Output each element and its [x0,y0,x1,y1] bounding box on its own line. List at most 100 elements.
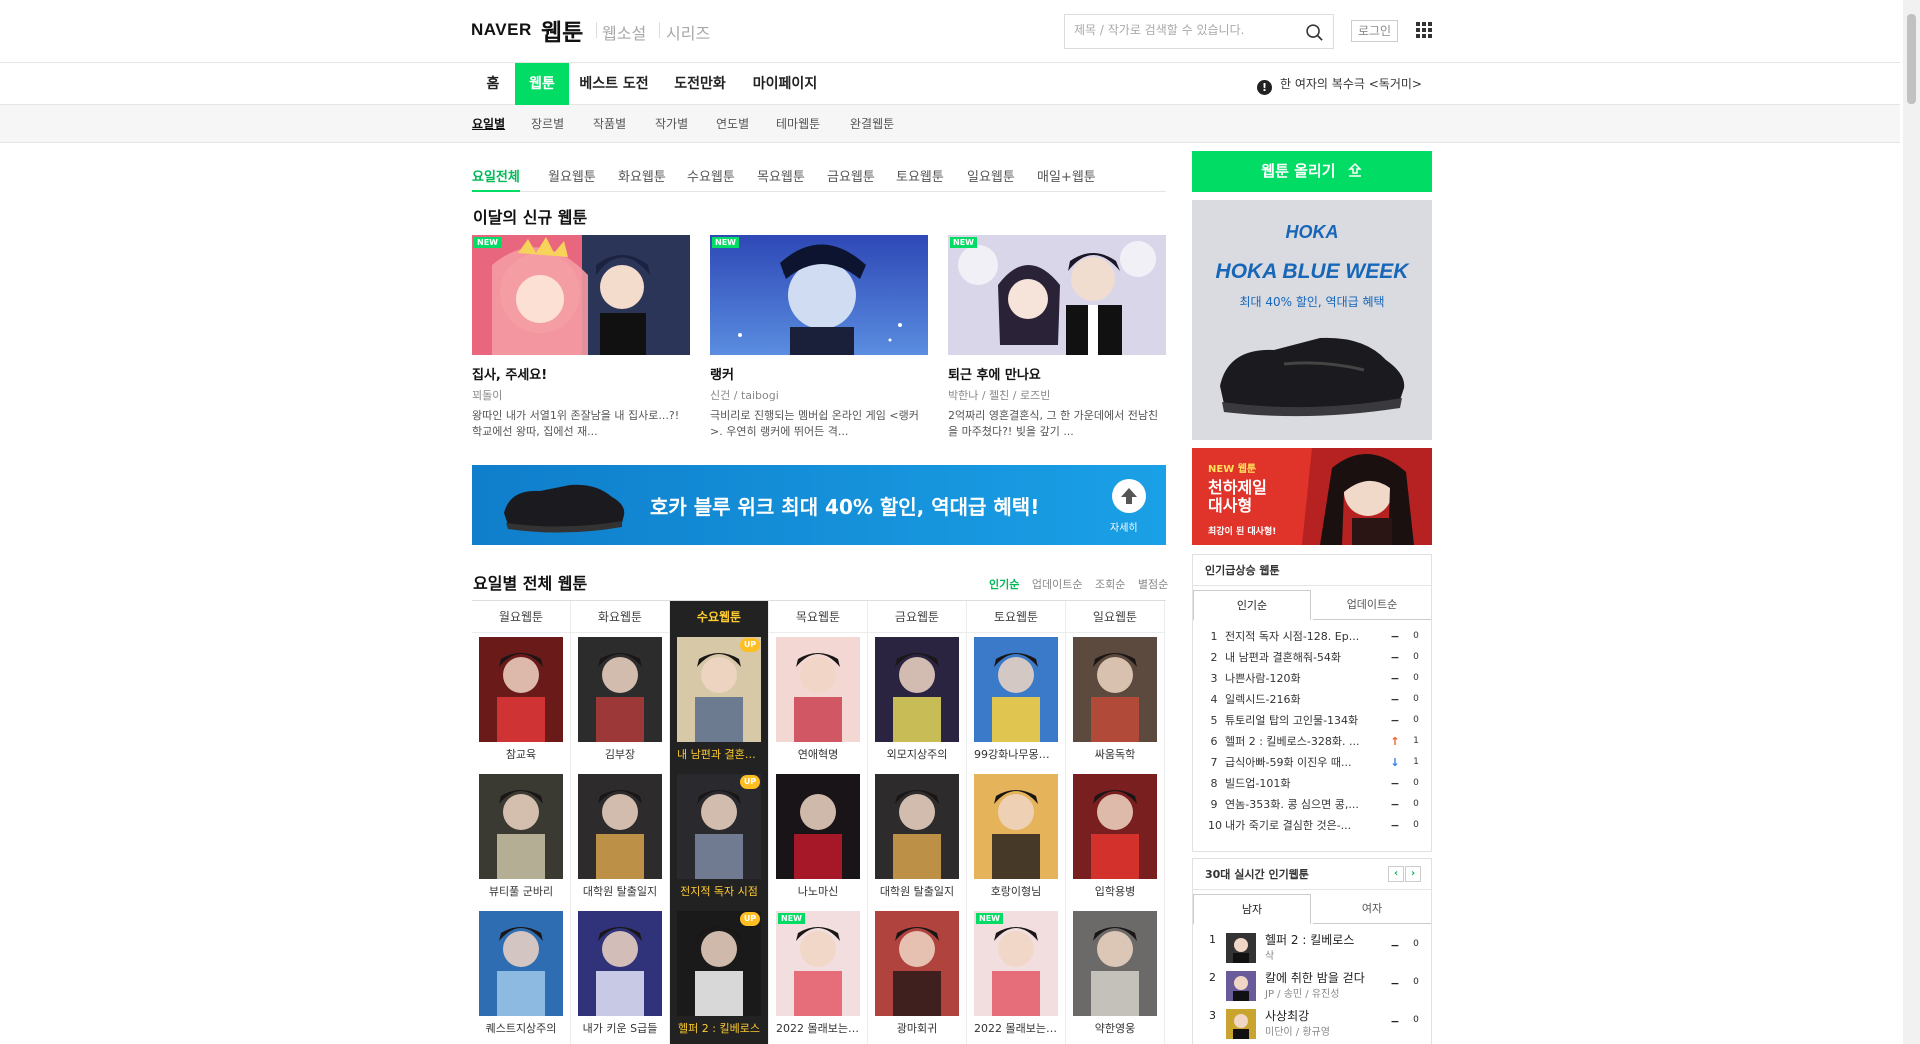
scroll-thumb[interactable] [1907,14,1916,104]
thumbnail[interactable] [578,911,662,1016]
snb-work[interactable]: 작품별 [593,105,626,143]
search-input[interactable] [1074,23,1294,37]
thumbnail[interactable]: UP [677,911,761,1016]
webtoon-title[interactable]: 내가 키운 S급들 [578,1020,662,1036]
upload-webtoon-button[interactable]: 웹툰 올리기 [1192,151,1432,192]
sort-update[interactable]: 업데이트순 [1032,578,1083,591]
new-webtoon-card[interactable]: NEW 집사, 주세요! 꾀돌이 왕따인 내가 서열1위 존잘남을 내 집사로.… [472,235,690,440]
webtoon-item[interactable]: 광마회귀 [875,911,959,1044]
webtoon-item[interactable]: 입학용병 [1073,774,1157,907]
webtoon-title[interactable]: 2022 몰래보는 로맨스 [776,1020,860,1036]
rank-title[interactable]: 빌드업-101화 [1225,773,1391,794]
thumbnail[interactable]: NEW [948,235,1166,355]
thumbnail[interactable]: UP [677,637,761,742]
webtoon-item[interactable]: 퀘스트지상주의 [479,911,563,1044]
webtoon-title[interactable]: 김부장 [578,746,662,762]
arrow-up-icon[interactable] [1112,479,1146,513]
rank-title[interactable]: 급식아빠-59화 이진우 때... [1225,752,1391,773]
naver-logo[interactable]: NAVER [471,20,532,40]
rank-title[interactable]: 전지적 독자 시점-128. Ep... [1225,626,1391,647]
thumbnail[interactable] [578,637,662,742]
thumbnail[interactable] [875,637,959,742]
thumbnail[interactable] [1073,911,1157,1016]
card-title[interactable]: 랭커 [710,364,928,383]
webtoon-title[interactable]: 대학원 탈출일지 [578,883,662,899]
tab-updated[interactable]: 업데이트순 [1313,590,1431,620]
realtime-title[interactable]: 헬퍼 2 : 킬베로스 [1265,931,1385,948]
ranking-row[interactable]: 5 튜토리얼 탑의 고인물-134화 − 0 [1193,710,1431,731]
snb-weekday[interactable]: 요일별 [472,105,505,143]
chevron-right-icon[interactable]: › [1405,866,1421,882]
webtoon-item[interactable]: 대학원 탈출일지 [578,774,662,907]
webtoon-title[interactable]: 2022 몰래보는 로맨스 [974,1020,1058,1036]
webtoon-item[interactable]: 외모지상주의 [875,637,959,770]
webtoon-title[interactable]: 헬퍼 2 : 킬베로스 [677,1020,761,1036]
thumbnail[interactable] [578,774,662,879]
weekday-header[interactable]: 금요웹툰 [868,601,966,633]
ranking-row[interactable]: 7 급식아빠-59화 이진우 때... ↓ 1 [1193,752,1431,773]
thumbnail[interactable] [1226,971,1256,1001]
webtoon-title[interactable]: 입학용병 [1073,883,1157,899]
card-title[interactable]: 퇴근 후에 만나요 [948,364,1166,383]
weekday-header[interactable]: 화요웹툰 [571,601,669,633]
webtoon-title[interactable]: 뷰티풀 군바리 [479,883,563,899]
nav-home[interactable]: 홈 [478,63,508,105]
weekday-header[interactable]: 일요웹툰 [1066,601,1164,633]
thumbnail[interactable]: NEW [974,911,1058,1016]
ranking-row[interactable]: 4 일렉시드-216화 − 0 [1193,689,1431,710]
tab-wednesday[interactable]: 수요웹툰 [687,166,735,192]
weekday-header[interactable]: 수요웹툰 [670,601,768,633]
thumbnail[interactable] [479,774,563,879]
webtoon-title[interactable]: 내 남편과 결혼해줘 [677,746,761,762]
webtoon-item[interactable]: 내가 키운 S급들 [578,911,662,1044]
webtoon-title[interactable]: 광마회귀 [875,1020,959,1036]
chevron-left-icon[interactable]: ‹ [1388,866,1404,882]
snb-genre[interactable]: 장르별 [531,105,564,143]
tab-sunday[interactable]: 일요웹툰 [967,166,1015,192]
tab-monday[interactable]: 월요웹툰 [548,166,596,192]
webtoon-title[interactable]: 퀘스트지상주의 [479,1020,563,1036]
ad-banner[interactable]: 호카 블루 위크 최대 40% 할인, 역대급 혜택! 자세히 [472,465,1166,545]
rank-title[interactable]: 내가 죽기로 결심한 것은-... [1225,815,1391,836]
snb-theme[interactable]: 테마웹툰 [776,105,820,143]
realtime-title[interactable]: 칼에 취한 밤을 걷다 [1265,969,1385,986]
thumbnail[interactable] [1073,774,1157,879]
thumbnail[interactable] [1226,933,1256,963]
search-icon[interactable] [1305,23,1324,42]
webtoon-title[interactable]: 나노마신 [776,883,860,899]
banner-more-label[interactable]: 자세히 [1110,519,1138,534]
new-webtoon-card[interactable]: NEW 랭커 신건 / taibogi 극비리로 진행되는 멤버쉽 온라인 게임… [710,235,928,440]
hoka-ad[interactable]: HOKA HOKA BLUE WEEK 최대 40% 할인, 역대급 혜택 [1192,200,1432,440]
realtime-title[interactable]: 사상최강 [1265,1007,1385,1024]
snb-year[interactable]: 연도별 [716,105,749,143]
thumbnail[interactable]: NEW [472,235,690,355]
webtoon-title[interactable]: 대학원 탈출일지 [875,883,959,899]
webtoon-item[interactable]: 대학원 탈출일지 [875,774,959,907]
ranking-row[interactable]: 1 전지적 독자 시점-128. Ep... − 0 [1193,626,1431,647]
tab-saturday[interactable]: 토요웹툰 [896,166,944,192]
tab-daily-plus[interactable]: 매일+웹툰 [1037,166,1096,192]
thumbnail[interactable] [479,637,563,742]
webtoon-item[interactable]: 99강화나무몽둥이 [974,637,1058,770]
ranking-row[interactable]: 8 빌드업-101화 − 0 [1193,773,1431,794]
weekday-header[interactable]: 토요웹툰 [967,601,1065,633]
thumbnail[interactable] [479,911,563,1016]
rank-title[interactable]: 연놈-353화. 콩 심으면 콩,... [1225,794,1391,815]
ranking-row[interactable]: 6 헬퍼 2 : 킬베로스-328화. ... ↑ 1 [1193,731,1431,752]
thumbnail[interactable] [974,774,1058,879]
webtoon-title[interactable]: 전지적 독자 시점 [677,883,761,899]
rank-title[interactable]: 일렉시드-216화 [1225,689,1391,710]
nav-best-challenge[interactable]: 베스트 도전 [578,63,650,105]
realtime-row[interactable]: 2 칼에 취한 밤을 걷다 JP / 송민 / 유진성 − 0 [1193,968,1431,1006]
card-title[interactable]: 집사, 주세요! [472,364,690,383]
thumbnail[interactable] [776,774,860,879]
service-menu-icon[interactable] [1416,22,1432,38]
thumbnail[interactable]: UP [677,774,761,879]
webtoon-title[interactable]: 연애혁명 [776,746,860,762]
promo-banner[interactable]: NEW 웹툰 천하제일 대사형 최강이 된 대사형! [1192,448,1432,545]
series-link[interactable]: 시리즈 [666,20,710,44]
webtoon-item[interactable]: 뷰티풀 군바리 [479,774,563,907]
webtoon-item[interactable]: 약한영웅 [1073,911,1157,1044]
webtoon-item[interactable]: UP 헬퍼 2 : 킬베로스 [677,911,761,1044]
thumbnail[interactable] [875,774,959,879]
